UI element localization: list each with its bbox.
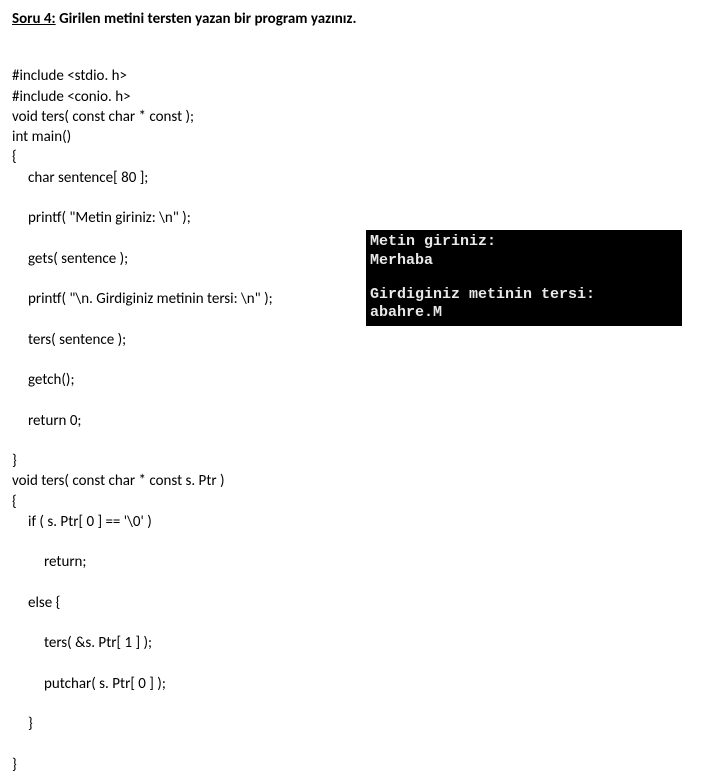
code-line: int main() xyxy=(12,128,71,146)
question-title: Soru 4: Girilen metini tersten yazan bir… xyxy=(12,10,708,28)
code-line: { xyxy=(12,148,17,166)
code-line: } xyxy=(12,452,17,470)
title-text: Girilen metini tersten yazan bir program… xyxy=(56,10,357,28)
code-line: char sentence[ 80 ]; xyxy=(12,168,708,188)
code-line: ters( sentence ); xyxy=(12,330,708,350)
console-line: Metin giriniz: xyxy=(370,233,678,252)
console-line: abahre.M xyxy=(370,304,678,323)
code-line: } xyxy=(12,756,17,774)
code-line: if ( s. Ptr[ 0 ] == '\0' ) xyxy=(12,512,708,532)
code-line: void ters( const char * const s. Ptr ) xyxy=(12,472,225,490)
code-line: return 0; xyxy=(12,411,708,431)
code-line: return; xyxy=(12,552,708,572)
code-line: void ters( const char * const ); xyxy=(12,108,194,126)
code-block: #include <stdio. h> #include <conio. h> … xyxy=(12,46,708,775)
console-line: Girdiginiz metinin tersi: xyxy=(370,286,678,305)
code-line: { xyxy=(12,493,17,511)
code-line: else { xyxy=(12,593,708,613)
console-output: Metin giriniz: Merhaba Girdiginiz metini… xyxy=(366,230,682,326)
console-line: Merhaba xyxy=(370,252,678,271)
code-line: } xyxy=(12,714,708,734)
code-line: putchar( s. Ptr[ 0 ] ); xyxy=(12,674,708,694)
code-line: printf( "Metin giriniz: \n" ); xyxy=(12,208,708,228)
console-blank xyxy=(370,271,678,286)
code-line: getch(); xyxy=(12,370,708,390)
code-line: ters( &s. Ptr[ 1 ] ); xyxy=(12,633,708,653)
code-line: #include <stdio. h> xyxy=(12,67,127,85)
title-label: Soru 4: xyxy=(12,10,56,28)
code-line: #include <conio. h> xyxy=(12,88,131,106)
